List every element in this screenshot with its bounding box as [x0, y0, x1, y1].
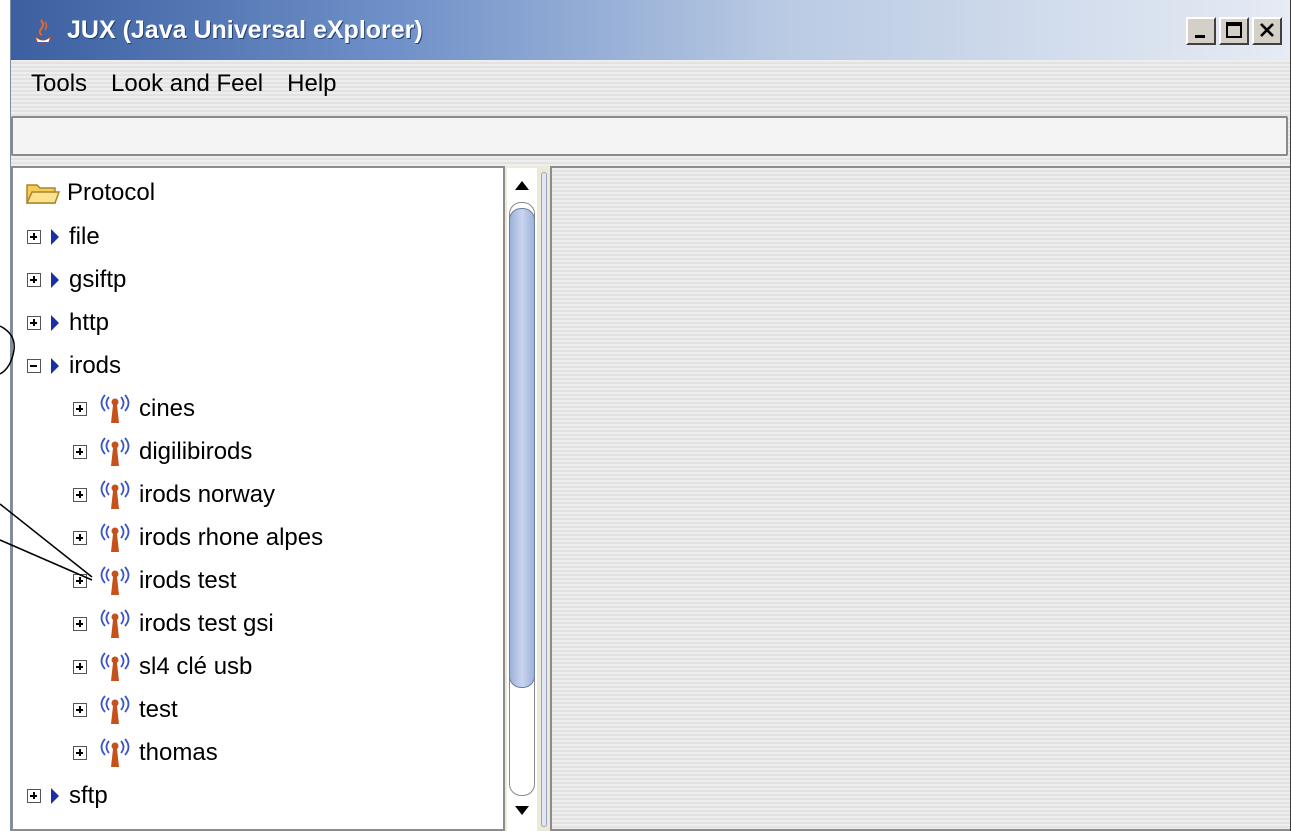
scroll-down-button[interactable]	[509, 798, 535, 824]
tree-node-digilibirods[interactable]: digilibirods	[73, 431, 252, 473]
tree-node-thomas[interactable]: thomas	[73, 732, 218, 774]
tree-node-irods-test-gsi[interactable]: irods test gsi	[73, 603, 274, 645]
tree-node-test[interactable]: test	[73, 689, 178, 731]
tree-node-label: http	[69, 309, 110, 336]
protocol-tree: Protocol file gsiftp http irods cines di…	[11, 166, 505, 831]
tree-node-irods[interactable]: irods	[27, 345, 121, 387]
maximize-icon	[1226, 22, 1242, 38]
minimize-icon	[1195, 35, 1205, 38]
menu-help[interactable]: Help	[287, 70, 336, 98]
tree-node-sl4-cle-usb[interactable]: sl4 clé usb	[73, 646, 252, 688]
triangle-icon	[51, 272, 59, 288]
tree-root-label: Protocol	[67, 179, 156, 206]
expand-icon[interactable]	[27, 789, 41, 803]
expand-icon[interactable]	[73, 660, 87, 674]
arrow-up-icon	[515, 181, 529, 190]
tree-node-gsiftp[interactable]: gsiftp	[27, 259, 126, 301]
path-bar	[11, 108, 1290, 166]
triangle-icon	[51, 315, 59, 331]
tree-node-irods-rhone-alpes[interactable]: irods rhone alpes	[73, 517, 323, 559]
window-controls	[1186, 17, 1282, 45]
split-pane-handle[interactable]	[541, 172, 547, 827]
expand-icon[interactable]	[27, 316, 41, 330]
arrow-down-icon	[515, 806, 529, 815]
collapse-icon[interactable]	[27, 359, 41, 373]
tree-scrollbar[interactable]	[507, 168, 537, 831]
expand-icon[interactable]	[73, 703, 87, 717]
antenna-icon	[100, 523, 130, 552]
content-panel	[550, 166, 1290, 831]
menu-look-and-feel[interactable]: Look and Feel	[111, 70, 263, 98]
antenna-icon	[100, 437, 130, 466]
expand-icon[interactable]	[73, 531, 87, 545]
minimize-button[interactable]	[1186, 17, 1216, 45]
title-bar[interactable]: JUX (Java Universal eXplorer)	[11, 0, 1290, 61]
expand-icon[interactable]	[73, 617, 87, 631]
tree-node-label: sl4 clé usb	[139, 653, 253, 680]
tree-node-label: irods test	[139, 567, 237, 594]
jux-window: JUX (Java Universal eXplorer) Tools Look…	[10, 0, 1291, 831]
path-field[interactable]	[11, 116, 1288, 156]
expand-icon[interactable]	[73, 402, 87, 416]
antenna-icon	[100, 609, 130, 638]
antenna-icon	[100, 394, 130, 423]
tree-root-protocol[interactable]: Protocol	[25, 172, 155, 214]
expand-icon[interactable]	[73, 746, 87, 760]
tree-node-label: thomas	[139, 739, 218, 766]
close-icon	[1260, 23, 1274, 37]
tree-node-label: test	[139, 696, 178, 723]
antenna-icon	[100, 652, 130, 681]
scroll-up-button[interactable]	[509, 172, 535, 198]
folder-open-icon	[25, 184, 61, 204]
scroll-thumb[interactable]	[509, 208, 535, 688]
split-pane-divider[interactable]	[538, 168, 550, 831]
java-coffee-icon	[33, 19, 53, 45]
tree-node-cines[interactable]: cines	[73, 388, 195, 430]
antenna-icon	[100, 738, 130, 767]
window-title: JUX (Java Universal eXplorer)	[67, 16, 423, 44]
tree-node-label: sftp	[69, 782, 108, 809]
maximize-button[interactable]	[1219, 17, 1249, 45]
tree-node-label: digilibirods	[139, 438, 253, 465]
tree-node-file[interactable]: file	[27, 216, 100, 258]
tree-node-irods-test[interactable]: irods test	[73, 560, 236, 602]
close-button[interactable]	[1252, 17, 1282, 45]
tree-node-label: irods rhone alpes	[139, 524, 324, 551]
antenna-icon	[100, 480, 130, 509]
expand-icon[interactable]	[73, 574, 87, 588]
tree-node-label: irods test gsi	[139, 610, 274, 637]
expand-icon[interactable]	[27, 230, 41, 244]
triangle-icon	[51, 229, 59, 245]
antenna-icon	[100, 695, 130, 724]
tree-node-label: gsiftp	[69, 266, 127, 293]
expand-icon[interactable]	[27, 273, 41, 287]
tree-node-label: irods norway	[139, 481, 276, 508]
tree-node-label: irods	[69, 352, 122, 379]
tree-node-irods-norway[interactable]: irods norway	[73, 474, 275, 516]
expand-icon[interactable]	[73, 445, 87, 459]
triangle-icon	[51, 358, 59, 374]
tree-node-http[interactable]: http	[27, 302, 109, 344]
tree-node-sftp[interactable]: sftp	[27, 775, 108, 817]
expand-icon[interactable]	[73, 488, 87, 502]
menu-tools[interactable]: Tools	[31, 70, 87, 98]
menu-bar: Tools Look and Feel Help	[11, 60, 1290, 108]
triangle-icon	[51, 788, 59, 804]
antenna-icon	[100, 566, 130, 595]
tree-node-label: cines	[139, 395, 196, 422]
tree-node-label: file	[69, 223, 100, 250]
